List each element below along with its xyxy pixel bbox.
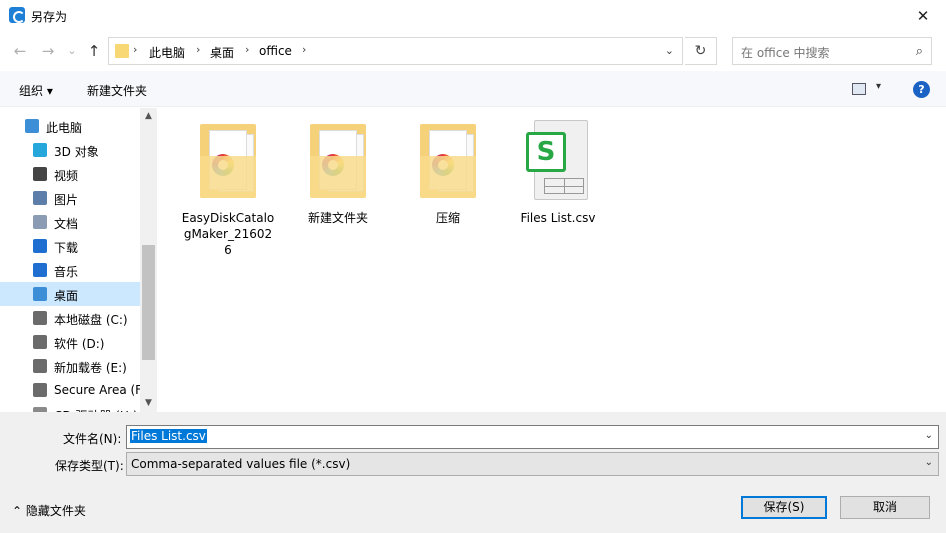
save-type-label: 保存类型(T): [55, 459, 124, 473]
sidebar-item-label: 软件 (D:) [54, 337, 105, 351]
drive-icon [33, 359, 47, 373]
sidebar-item-label: 新加载卷 (E:) [54, 361, 127, 375]
filename-value[interactable]: Files List.csv [130, 429, 207, 443]
sidebar-item[interactable]: 下载 [0, 234, 140, 258]
forward-arrow-icon[interactable]: → [38, 41, 58, 61]
sidebar-item-label: 本地磁盘 (C:) [54, 313, 128, 327]
view-options-icon[interactable] [852, 83, 866, 95]
sidebar-item[interactable]: 文档 [0, 210, 140, 234]
save-type-value: Comma-separated values file (*.csv) [131, 457, 351, 471]
film-icon [33, 167, 47, 181]
breadcrumb-separator[interactable]: › [302, 43, 306, 56]
file-name: 新建文件夹 [307, 211, 368, 225]
breadcrumb-separator[interactable]: › [245, 43, 249, 56]
scroll-thumb[interactable] [142, 245, 155, 360]
window-title: 另存为 [31, 10, 68, 24]
sidebar-item[interactable]: 桌面 [0, 282, 140, 306]
file-name: 压缩 [435, 211, 460, 225]
breadcrumb-separator[interactable]: › [133, 43, 137, 56]
sidebar-item-label: 桌面 [54, 289, 79, 303]
sidebar-item-label: 图片 [54, 193, 79, 207]
download-icon [33, 239, 47, 253]
sidebar-item[interactable]: 3D 对象 [0, 138, 140, 162]
cube-icon [33, 143, 47, 157]
csv-file-item[interactable]: S Files List.csv [503, 118, 613, 226]
folder-icon [416, 118, 480, 202]
folder-item[interactable]: 新建文件夹 [283, 118, 393, 226]
navigation-bar: ← → ⌄ ↑ › 此电脑 › 桌面 › office › ⌄ ↻ 在 offi… [0, 31, 946, 71]
computer-icon [25, 119, 39, 133]
sidebar-item[interactable]: 此电脑 [0, 114, 140, 138]
sidebar-item[interactable]: 视频 [0, 162, 140, 186]
sidebar-item[interactable]: 新加载卷 (E:) [0, 354, 140, 378]
file-list[interactable]: EasyDiskCatalogMaker_216026 新建文件夹 压缩 S F… [157, 108, 946, 412]
sidebar-item-label: 音乐 [54, 265, 79, 279]
drive-icon [33, 335, 47, 349]
sidebar-item[interactable]: 音乐 [0, 258, 140, 282]
breadcrumb-this-pc[interactable]: 此电脑 [149, 44, 185, 61]
app-icon [9, 7, 25, 23]
filename-input[interactable]: Files List.csv ⌄ [126, 425, 939, 449]
drive-icon [33, 311, 47, 325]
help-icon[interactable]: ? [913, 81, 930, 98]
navigation-pane[interactable]: 此电脑 3D 对象视频图片文档下载音乐桌面本地磁盘 (C:) 软件 (D:) 新加载卷… [0, 108, 157, 412]
sidebar-item[interactable]: CD 驱动器 (H:) [0, 402, 140, 412]
folder-item[interactable]: 压缩 [393, 118, 503, 226]
spreadsheet-csv-icon: S [526, 118, 590, 202]
sidebar-item-label: 视频 [54, 169, 79, 183]
close-button[interactable]: ✕ [900, 0, 946, 31]
search-input[interactable]: 在 office 中搜索 ⌕ [732, 37, 932, 65]
breadcrumb-separator[interactable]: › [196, 43, 200, 56]
refresh-button[interactable]: ↻ [685, 37, 717, 65]
folder-icon [115, 44, 129, 58]
filename-label: 文件名(N): [63, 432, 122, 446]
search-placeholder: 在 office 中搜索 [741, 46, 830, 60]
address-dropdown-icon[interactable]: ⌄ [665, 44, 674, 57]
breadcrumb-office[interactable]: office [259, 44, 292, 58]
drive-icon [33, 383, 47, 397]
folder-item[interactable]: EasyDiskCatalogMaker_216026 [173, 118, 283, 258]
sidebar-item[interactable]: 软件 (D:) [0, 330, 140, 354]
recent-locations-icon[interactable]: ⌄ [62, 41, 82, 61]
file-name: Files List.csv [520, 211, 596, 225]
view-dropdown-icon[interactable]: ▾ [876, 81, 881, 92]
sidebar-item-label: Secure Area (F: [54, 383, 140, 397]
sidebar-scrollbar[interactable]: ▲ ▼ [140, 108, 157, 412]
sidebar-item[interactable]: 本地磁盘 (C:) [0, 306, 140, 330]
title-bar: 另存为 ✕ [0, 0, 946, 31]
file-name: EasyDiskCatalogMaker_216026 [181, 211, 275, 257]
save-form: 文件名(N): Files List.csv ⌄ 保存类型(T): Comma-… [0, 412, 946, 533]
folder-icon [196, 118, 260, 202]
image-icon [33, 191, 47, 205]
up-arrow-icon[interactable]: ↑ [84, 41, 104, 61]
chevron-down-icon[interactable]: ⌄ [925, 457, 933, 468]
spreadsheet-badge: S [526, 132, 566, 172]
sidebar-item[interactable]: Secure Area (F: [0, 378, 140, 402]
sidebar-item-label: 文档 [54, 217, 79, 231]
music-icon [33, 263, 47, 277]
breadcrumb-desktop[interactable]: 桌面 [210, 44, 234, 61]
scroll-up-icon[interactable]: ▲ [140, 108, 157, 125]
desktop-icon [33, 287, 47, 301]
scroll-down-icon[interactable]: ▼ [140, 395, 157, 412]
chevron-down-icon[interactable]: ⌄ [925, 430, 933, 441]
hide-folders-toggle[interactable]: ⌃ 隐藏文件夹 [12, 502, 86, 519]
organize-menu[interactable]: 组织 ▾ [19, 82, 53, 99]
folder-icon [306, 118, 370, 202]
save-type-select[interactable]: Comma-separated values file (*.csv) ⌄ [126, 452, 939, 476]
back-arrow-icon[interactable]: ← [10, 41, 30, 61]
address-bar[interactable]: › 此电脑 › 桌面 › office › ⌄ [108, 37, 683, 65]
save-button[interactable]: 保存(S) [741, 496, 827, 519]
sidebar-item-label: 3D 对象 [54, 145, 99, 159]
new-folder-button[interactable]: 新建文件夹 [87, 82, 147, 99]
sidebar-item[interactable]: 图片 [0, 186, 140, 210]
sidebar-item-label: 下载 [54, 241, 79, 255]
document-icon [33, 215, 47, 229]
sidebar-item-label: 此电脑 [46, 121, 83, 135]
command-toolbar: 组织 ▾ 新建文件夹 ▾ ? [0, 71, 946, 107]
cancel-button[interactable]: 取消 [840, 496, 930, 519]
search-icon[interactable]: ⌕ [916, 44, 923, 59]
